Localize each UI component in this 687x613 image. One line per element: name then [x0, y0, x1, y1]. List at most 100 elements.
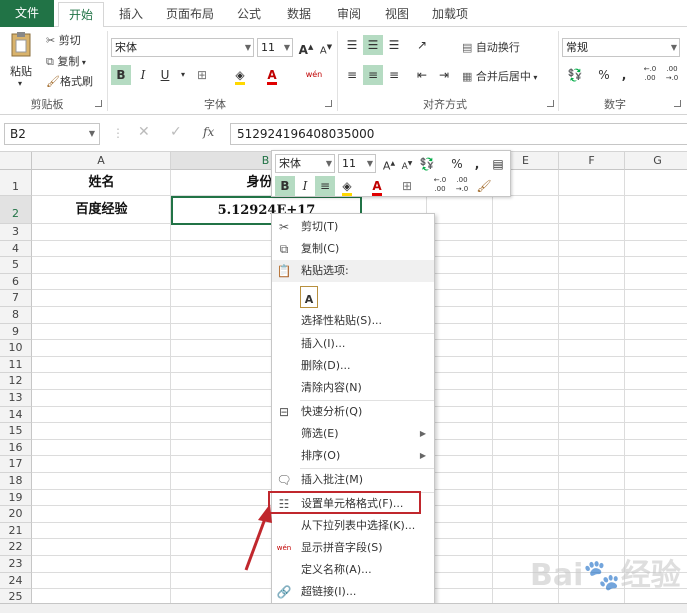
menu-item-quick-analysis[interactable]: ⊟ 快速分析(Q) [272, 401, 434, 423]
mini-format-painter-icon[interactable]: 🖌 [474, 176, 494, 196]
row-header[interactable]: 16 [0, 439, 32, 457]
mini-decrease-decimal-icon[interactable]: .00 →.0 [452, 176, 472, 196]
paste-option-keep-source[interactable]: A [272, 284, 434, 312]
align-center-button[interactable]: ≡ [363, 65, 383, 85]
formula-input[interactable]: 512924196408035000 [230, 123, 687, 145]
row-header[interactable]: 9 [0, 323, 32, 341]
row-header[interactable]: 18 [0, 473, 32, 490]
row-header[interactable]: 1 [0, 170, 32, 196]
align-bottom-button[interactable]: ☰ [384, 35, 404, 55]
row-header[interactable]: 5 [0, 257, 32, 274]
row-header[interactable]: 20 [0, 506, 32, 523]
menu-item-sort[interactable]: 排序(O) ▶ [272, 445, 434, 467]
column-header-g[interactable]: G [625, 152, 687, 170]
align-right-button[interactable]: ≡ [384, 65, 404, 85]
merge-center-button[interactable]: ▦ 合并后居中 ▾ [462, 68, 537, 84]
align-left-button[interactable]: ≡ [342, 65, 362, 85]
column-header-a[interactable]: A [32, 152, 171, 170]
menu-item-clear[interactable]: 清除内容(N) [272, 377, 434, 399]
font-size-combo[interactable]: 11 ▼ [257, 38, 293, 57]
select-all-corner[interactable] [0, 152, 32, 170]
mini-fill-color-icon[interactable]: ◈ [337, 176, 357, 196]
mini-grow-font-icon[interactable]: A▲ [379, 154, 399, 174]
row-header[interactable]: 11 [0, 356, 32, 374]
cell-a1[interactable]: 姓名 [32, 170, 171, 196]
chevron-down-icon[interactable]: ▾ [18, 79, 22, 88]
row-header[interactable]: 3 [0, 224, 32, 241]
underline-button[interactable]: U [155, 65, 175, 85]
tab-data[interactable]: 数据 [280, 2, 318, 26]
menu-item-cut[interactable]: ✂ 剪切(T) [272, 216, 434, 238]
mini-percent-button[interactable]: % [447, 154, 467, 174]
number-format-combo[interactable]: 常规 ▼ [562, 38, 680, 57]
name-box[interactable]: B2 ▼ [4, 123, 100, 145]
cut-button[interactable]: ✂ 剪切 [46, 32, 81, 48]
row-header[interactable]: 23 [0, 556, 32, 573]
font-launcher-icon[interactable] [325, 100, 332, 107]
tab-formulas[interactable]: 公式 [230, 2, 268, 26]
font-color-button[interactable]: A [262, 65, 282, 85]
comma-button[interactable]: , [614, 65, 634, 85]
menu-item-insert-comment[interactable]: 🗨 插入批注(M) [272, 469, 434, 491]
insert-function-icon[interactable]: fx [203, 125, 214, 139]
tab-home[interactable]: 开始 [58, 2, 104, 28]
mini-size-combo[interactable]: 11 ▼ [338, 154, 376, 173]
mini-align-center-icon[interactable]: ≡ [315, 176, 335, 196]
phonetic-button[interactable]: wén [304, 65, 324, 85]
mini-italic-button[interactable]: I [295, 176, 315, 196]
tab-addins[interactable]: 加载项 [426, 2, 474, 26]
menu-item-define-name[interactable]: 定义名称(A)... [272, 559, 434, 581]
align-top-button[interactable]: ☰ [342, 35, 362, 55]
cancel-icon[interactable]: ✕ [138, 124, 150, 140]
menu-item-hyperlink[interactable]: 🔗 超链接(I)... [272, 581, 434, 603]
bold-button[interactable]: B [111, 65, 131, 85]
row-header[interactable]: 10 [0, 340, 32, 357]
wrap-text-button[interactable]: ▤ 自动换行 [462, 39, 520, 55]
orientation-button[interactable]: ↗ [412, 35, 432, 55]
row-header[interactable]: 12 [0, 373, 32, 390]
mini-font-combo[interactable]: 宋体 ▼ [275, 154, 335, 173]
alignment-launcher-icon[interactable] [547, 100, 554, 107]
row-header[interactable]: 14 [0, 406, 32, 424]
increase-indent-button[interactable]: ⇥ [434, 65, 454, 85]
decrease-indent-button[interactable]: ⇤ [412, 65, 432, 85]
row-header[interactable]: 19 [0, 489, 32, 507]
menu-item-filter[interactable]: 筛选(E) ▶ [272, 423, 434, 445]
column-header-f[interactable]: F [559, 152, 625, 170]
menu-item-phonetic[interactable]: wén 显示拼音字段(S) [272, 537, 434, 559]
menu-item-paste-special[interactable]: 选择性粘贴(S)... [272, 310, 434, 332]
mini-increase-decimal-icon[interactable]: ←.0.00 [430, 176, 450, 196]
clipboard-launcher-icon[interactable] [95, 100, 102, 107]
grow-font-button[interactable]: A▲ [296, 37, 316, 57]
row-header[interactable]: 7 [0, 290, 32, 307]
row-header[interactable]: 17 [0, 456, 32, 473]
tab-file[interactable]: 文件 [0, 0, 54, 27]
paste-button[interactable] [8, 31, 38, 63]
row-header[interactable]: 4 [0, 240, 32, 258]
copy-button[interactable]: ⧉ 复制 ▾ [46, 53, 86, 69]
percent-button[interactable]: % [594, 65, 614, 85]
tab-page-layout[interactable]: 页面布局 [160, 2, 220, 26]
menu-item-insert[interactable]: 插入(I)... [272, 333, 434, 355]
row-header[interactable]: 6 [0, 273, 32, 291]
tab-insert[interactable]: 插入 [112, 2, 150, 26]
align-middle-button[interactable]: ☰ [363, 35, 383, 55]
mini-border-icon[interactable]: ⊞ [397, 176, 417, 196]
menu-item-pick-from-list[interactable]: 从下拉列表中选择(K)... [272, 515, 434, 537]
row-header[interactable]: 8 [0, 307, 32, 324]
format-painter-button[interactable]: 🖌格式刷 [46, 73, 93, 89]
italic-button[interactable]: I [133, 65, 153, 85]
row-header[interactable]: 24 [0, 572, 32, 590]
mini-format-table-icon[interactable]: ▤ [488, 154, 508, 174]
font-name-combo[interactable]: 宋体 ▼ [111, 38, 254, 57]
tab-view[interactable]: 视图 [378, 2, 416, 26]
mini-font-color-button[interactable]: A [367, 176, 387, 196]
currency-button[interactable]: 💱 [562, 65, 588, 85]
shrink-font-button[interactable]: A▼ [316, 37, 336, 57]
mini-comma-button[interactable]: , [467, 154, 487, 174]
row-header[interactable]: 15 [0, 423, 32, 440]
mini-shrink-font-icon[interactable]: A▼ [397, 154, 417, 174]
enter-check-icon[interactable]: ✓ [170, 124, 182, 140]
menu-item-copy[interactable]: ⧉ 复制(C) [272, 238, 434, 260]
number-launcher-icon[interactable] [674, 100, 681, 107]
